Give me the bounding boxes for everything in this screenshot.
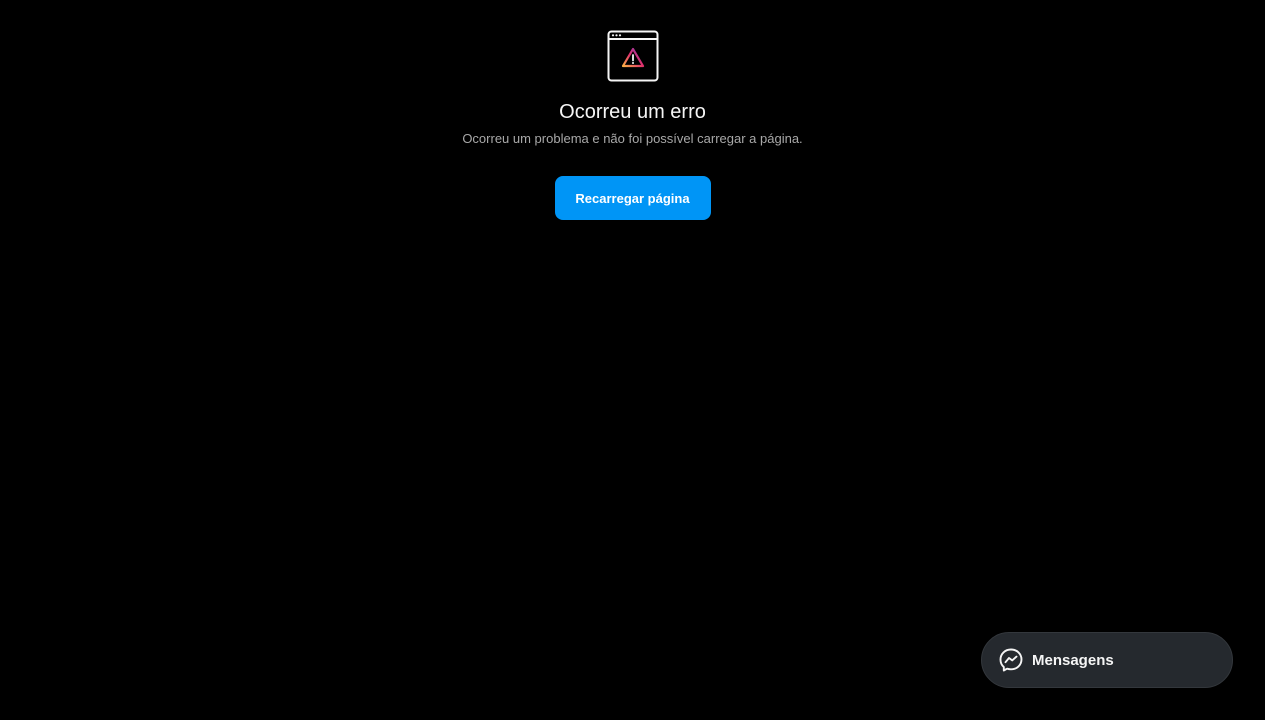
messenger-icon: [999, 648, 1023, 672]
messages-button[interactable]: Mensagens: [981, 632, 1233, 688]
messages-label: Mensagens: [1032, 651, 1114, 669]
error-description: Ocorreu um problema e não foi possível c…: [462, 131, 803, 146]
browser-window-warning-icon: [607, 30, 658, 82]
error-title: Ocorreu um erro: [559, 101, 706, 123]
error-page: Ocorreu um erro Ocorreu um problema e nã…: [0, 0, 1265, 720]
error-container: Ocorreu um erro Ocorreu um problema e nã…: [0, 30, 1265, 220]
reload-page-button[interactable]: Recarregar página: [554, 176, 711, 220]
